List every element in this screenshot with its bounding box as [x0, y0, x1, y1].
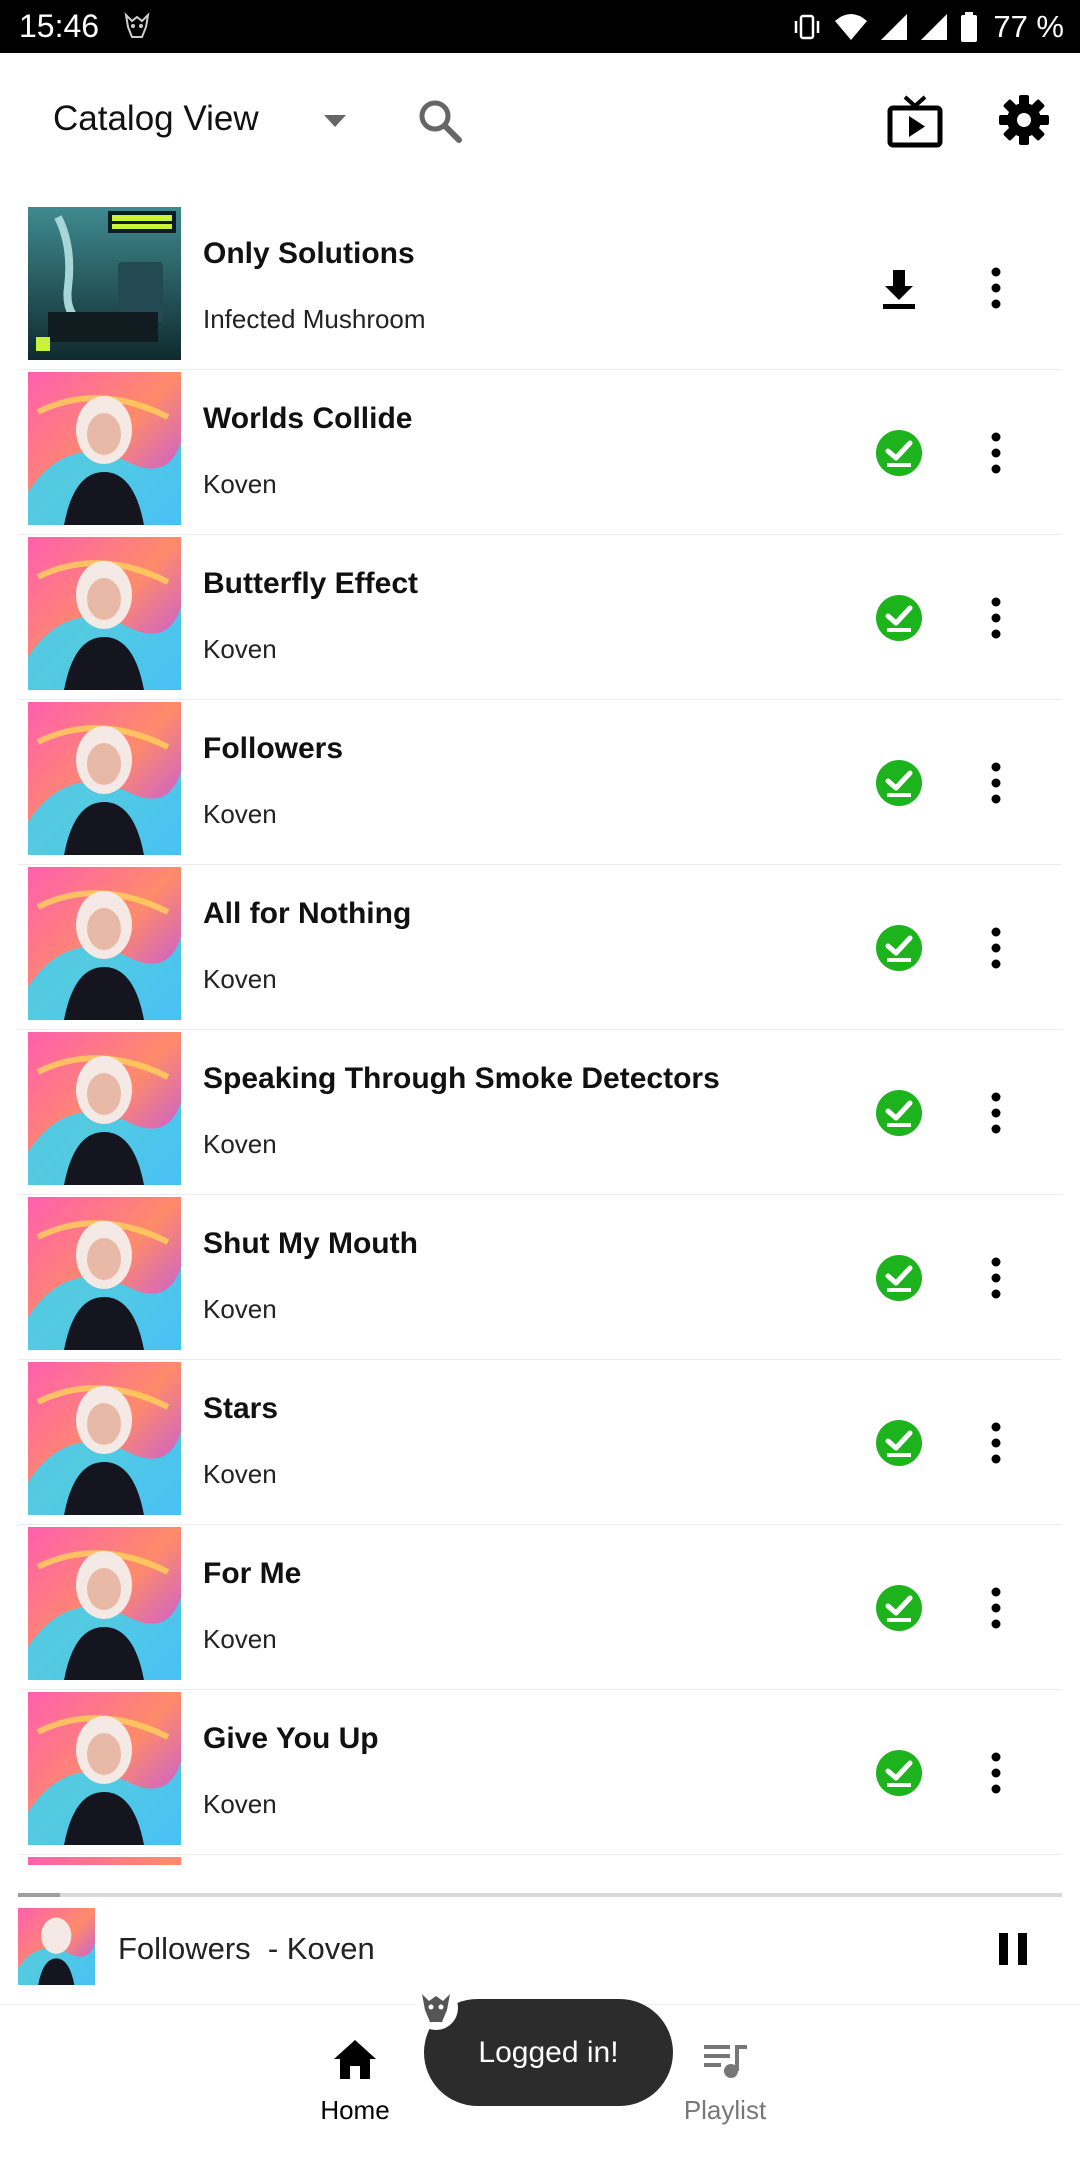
track-row[interactable]: Shut My Mouth Koven [18, 1195, 1062, 1360]
album-art [28, 1857, 181, 1865]
track-row[interactable]: Speaking Through Smoke Detectors Koven [18, 1030, 1062, 1195]
album-art [28, 1527, 181, 1680]
album-art [28, 1362, 181, 1515]
more-options-icon[interactable] [984, 262, 1008, 314]
cast-screen-icon[interactable] [885, 93, 945, 151]
track-row[interactable]: Butterfly Effect Koven [18, 535, 1062, 700]
track-artist: Koven [203, 1294, 277, 1324]
now-playing-bar[interactable]: Followers - Koven [18, 1897, 1062, 2004]
pause-icon[interactable] [993, 1929, 1033, 1969]
toast-app-icon [414, 1986, 458, 2030]
album-art [28, 372, 181, 525]
wifi-icon [835, 14, 868, 40]
track-artist: Koven [203, 1624, 277, 1654]
downloaded-check-icon[interactable] [873, 1087, 925, 1139]
now-playing-title: Followers - Koven [118, 1931, 375, 1966]
catalog-view-selector[interactable]: Catalog View [53, 99, 259, 139]
home-icon [334, 2040, 376, 2079]
downloaded-check-icon[interactable] [873, 427, 925, 479]
track-artist: Koven [203, 469, 277, 499]
downloaded-check-icon[interactable] [873, 922, 925, 974]
more-options-icon[interactable] [984, 1582, 1008, 1634]
track-title: Shut My Mouth [203, 1227, 418, 1260]
playlist-icon [704, 2045, 747, 2078]
battery-icon [961, 12, 978, 42]
status-time: 15:46 [19, 8, 100, 44]
vibrate-icon [795, 14, 820, 40]
more-options-icon[interactable] [984, 757, 1008, 809]
download-icon[interactable] [873, 262, 925, 314]
album-art [28, 1032, 181, 1185]
track-artist: Koven [203, 1459, 277, 1489]
downloaded-check-icon[interactable] [873, 1747, 925, 1799]
downloaded-check-icon[interactable] [873, 592, 925, 644]
downloaded-check-icon[interactable] [873, 1417, 925, 1469]
nav-playlist[interactable]: Playlist [670, 2035, 780, 2135]
more-options-icon[interactable] [984, 1417, 1008, 1469]
track-row[interactable]: All for Nothing Koven [18, 865, 1062, 1030]
downloaded-check-icon[interactable] [873, 757, 925, 809]
track-artist: Koven [203, 964, 277, 994]
album-art [28, 702, 181, 855]
track-artist: Koven [203, 799, 277, 829]
track-title: All for Nothing [203, 897, 412, 930]
more-options-icon[interactable] [984, 1252, 1008, 1304]
settings-gear-icon[interactable] [997, 93, 1051, 147]
signal-icon-2 [921, 14, 948, 40]
more-options-icon[interactable] [984, 1747, 1008, 1799]
track-row[interactable]: Followers Koven [18, 700, 1062, 865]
track-title: Followers [203, 732, 344, 765]
track-title: Worlds Collide [203, 402, 413, 435]
now-playing-album-art [18, 1908, 95, 1985]
track-title: Only Solutions [203, 237, 415, 270]
search-icon[interactable] [414, 95, 466, 147]
toast-message: Logged in! [424, 1999, 673, 2106]
more-options-icon[interactable] [984, 592, 1008, 644]
track-row-partial[interactable] [18, 1855, 1062, 1865]
downloaded-check-icon[interactable] [873, 1582, 925, 1634]
track-title: Speaking Through Smoke Detectors [203, 1062, 720, 1095]
album-art [28, 207, 181, 360]
track-title: Stars [203, 1392, 279, 1425]
track-title: Give You Up [203, 1722, 379, 1755]
signal-icon [881, 14, 908, 40]
nav-home[interactable]: Home [300, 2035, 410, 2135]
nav-playlist-label: Playlist [683, 2095, 767, 2125]
status-bar: 15:46 77 % [0, 0, 1080, 53]
track-artist: Koven [203, 1129, 277, 1159]
status-icons: 77 % [791, 7, 1064, 47]
track-row[interactable]: Worlds Collide Koven [18, 370, 1062, 535]
top-app-bar: Catalog View [0, 53, 1080, 188]
app-notification-icon [124, 12, 150, 38]
track-row[interactable]: For Me Koven [18, 1525, 1062, 1690]
battery-percent: 77 % [993, 9, 1064, 44]
more-options-icon[interactable] [984, 922, 1008, 974]
more-options-icon[interactable] [984, 1087, 1008, 1139]
track-title: Butterfly Effect [203, 567, 419, 600]
album-art [28, 867, 181, 1020]
track-row[interactable]: Stars Koven [18, 1360, 1062, 1525]
nav-home-label: Home [320, 2095, 390, 2125]
track-row[interactable]: Give You Up Koven [18, 1690, 1062, 1855]
track-artist: Koven [203, 1789, 277, 1819]
downloaded-check-icon[interactable] [873, 1252, 925, 1304]
album-art [28, 1197, 181, 1350]
track-list[interactable]: Only Solutions Infected Mushroom Worlds C… [18, 205, 1062, 1865]
album-art [28, 537, 181, 690]
track-title: For Me [203, 1557, 302, 1590]
dropdown-arrow-icon[interactable] [318, 109, 352, 133]
track-row[interactable]: Only Solutions Infected Mushroom [18, 205, 1062, 370]
album-art [28, 1692, 181, 1845]
track-artist: Koven [203, 634, 277, 664]
track-artist: Infected Mushroom [203, 304, 426, 334]
more-options-icon[interactable] [984, 427, 1008, 479]
